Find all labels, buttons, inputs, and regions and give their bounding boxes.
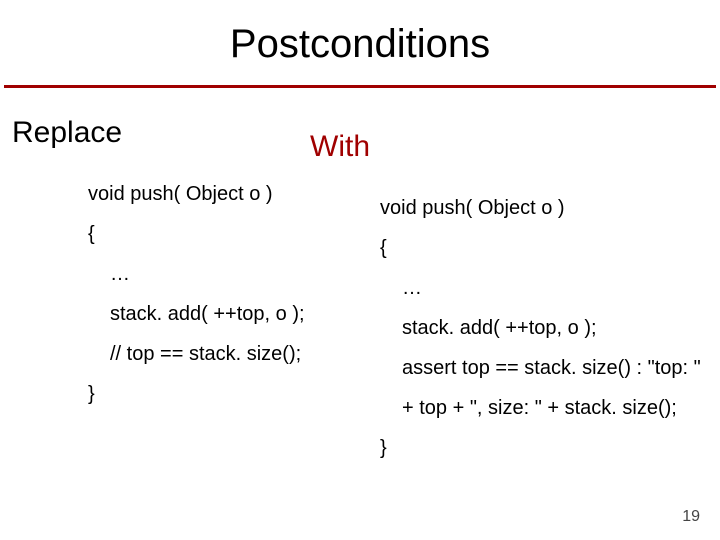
code-block-before: void push( Object o ) { … stack. add( ++… [88,184,388,424]
code-line: stack. add( ++top, o ); [380,318,720,338]
slide-title: Postconditions [0,0,720,85]
code-line: … [380,278,720,298]
title-rule [4,85,716,88]
code-line: { [380,238,720,258]
replace-heading: Replace [12,116,122,150]
code-line: } [380,438,720,458]
page-number: 19 [682,508,700,526]
code-line: stack. add( ++top, o ); [88,304,388,324]
slide: Postconditions Replace With void push( O… [0,0,720,540]
with-heading: With [310,130,370,164]
code-line: void push( Object o ) [88,184,388,204]
code-line: assert top == stack. size() : "top: " [380,358,720,378]
code-line: { [88,224,388,244]
code-line: + top + ", size: " + stack. size(); [380,398,720,418]
code-block-after: void push( Object o ) { … stack. add( ++… [380,198,720,478]
code-line: … [88,264,388,284]
code-line: } [88,384,388,404]
code-line: void push( Object o ) [380,198,720,218]
code-line: // top == stack. size(); [88,344,388,364]
